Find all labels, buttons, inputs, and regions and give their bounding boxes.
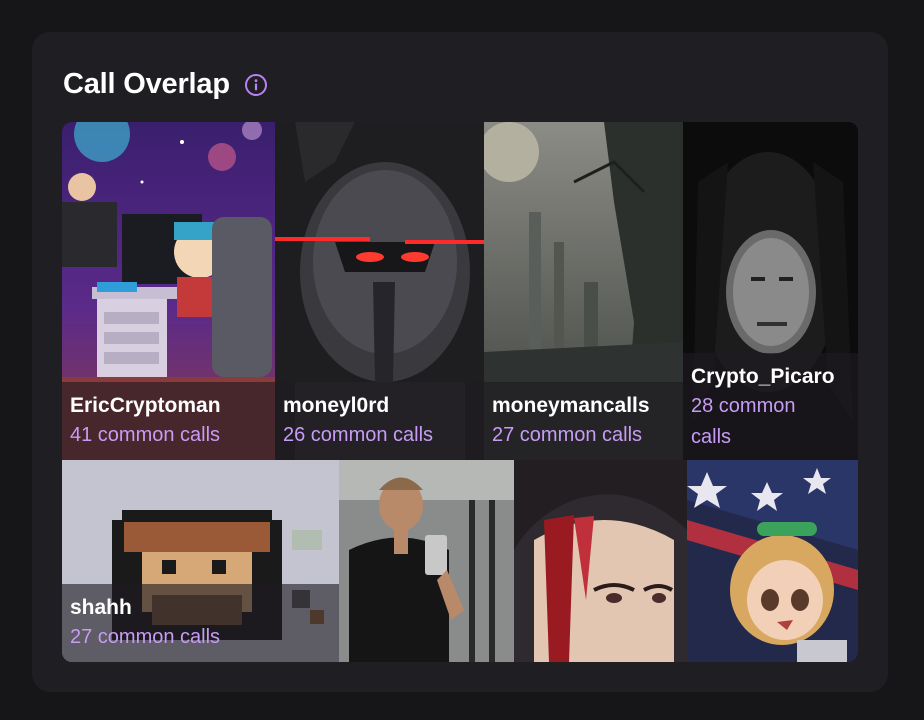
caller-tile-moneyl0rd[interactable]: moneyl0rd 26 common calls [275,122,484,460]
caller-tile-shahh[interactable]: shahh 27 common calls [62,460,339,662]
caller-caption: moneymancalls 27 common calls [484,382,683,460]
common-calls-count: 27 common calls [492,424,643,446]
caller-name: shahh [70,596,132,619]
caller-avatar-image [339,460,514,662]
caller-caption: Crypto_Picaro 28 common calls [683,353,858,460]
common-calls-count: 28 common [691,395,796,417]
common-calls-count: 27 common calls [70,626,221,648]
caller-caption: moneyl0rd 26 common calls [275,382,484,460]
caller-name: Crypto_Picaro [691,365,835,388]
caller-tile-ericcryptoman[interactable]: EricCryptoman 41 common calls [62,122,275,460]
caller-tile-7[interactable] [514,460,687,662]
common-calls-count: 41 common calls [70,424,221,446]
caller-tile-moneymancalls[interactable]: moneymancalls 27 common calls [484,122,683,460]
caller-avatar-image [687,460,858,662]
caller-name: EricCryptoman [70,394,221,417]
card-title: Call Overlap [63,68,230,100]
common-calls-count: 26 common calls [283,424,434,446]
caller-grid: EricCryptoman 41 common calls moneyl0rd [62,122,858,662]
common-calls-count-continued: calls [691,426,732,448]
caller-name: moneyl0rd [283,394,390,417]
info-circle-icon[interactable] [244,73,268,97]
caller-tile-crypto-picaro[interactable]: Crypto_Picaro 28 common calls [683,122,858,460]
caller-tile-8[interactable] [687,460,858,662]
caller-caption: EricCryptoman 41 common calls [62,382,275,460]
card-header: Call Overlap [63,68,268,101]
caller-tile-6[interactable] [339,460,514,662]
caller-avatar-image [514,460,687,662]
caller-name: moneymancalls [492,394,650,417]
caller-caption: shahh 27 common calls [62,584,339,662]
call-overlap-card: Call Overlap EricCryptoman 41 common cal… [32,32,888,692]
